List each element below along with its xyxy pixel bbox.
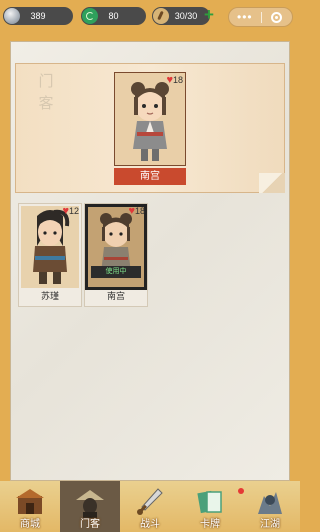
nav-label: 战斗 [140, 519, 160, 530]
featured-name-banner: 南宫 [114, 168, 186, 185]
nav-retainers[interactable]: 门客 [60, 481, 120, 532]
plus-icon[interactable]: + [202, 6, 216, 23]
capsule-divider [261, 12, 262, 23]
in-use-badge: 使用中 [91, 266, 141, 278]
silver-value: 389 [30, 11, 46, 21]
hp-badge: ♥12 [62, 205, 79, 217]
notification-dot [238, 488, 244, 494]
silver-counter[interactable]: 389 [3, 7, 73, 25]
mini-program-capsule: ••• [228, 7, 293, 27]
suji-portrait [33, 209, 70, 284]
roster-card-suji[interactable]: ♥12 苏瑾 [18, 203, 82, 307]
page-curl [259, 173, 285, 193]
featured-hero-card[interactable]: ♥18 [114, 72, 186, 166]
sword-icon [137, 488, 163, 515]
card-name: 苏瑾 [40, 291, 59, 301]
shop-icon [16, 489, 44, 514]
section-title: 门客 [38, 72, 54, 112]
nav-cards[interactable]: 卡牌 [180, 481, 240, 532]
nav-label: 卡牌 [200, 519, 220, 530]
hp-badge: ♥18 [166, 74, 183, 86]
jianghu-icon [258, 492, 282, 514]
nav-jianghu[interactable]: 江湖 [240, 481, 300, 532]
cards-icon [197, 490, 222, 514]
more-icon[interactable]: ••• [237, 11, 253, 23]
retainer-icon [76, 490, 104, 518]
portrait [21, 206, 79, 288]
jade-counter[interactable]: 80 [81, 7, 146, 25]
close-target-icon[interactable] [271, 12, 282, 23]
nav-label: 商城 [20, 519, 40, 530]
card-name: 南宫 [106, 291, 125, 301]
bottom-nav: 商城 门客 战斗 卡牌 江湖 [0, 481, 300, 532]
jade-value: 80 [108, 11, 119, 21]
status-bar: 389 80 30/30 + ••• [0, 0, 300, 34]
hero-portrait [131, 82, 169, 161]
nav-shop[interactable]: 商城 [0, 481, 60, 532]
nav-label: 门客 [80, 519, 100, 530]
hp-badge: ♥18 [128, 205, 145, 217]
roster-card-nangong[interactable]: 使用中 ♥18 南宫 [84, 203, 148, 307]
nav-label: 江湖 [260, 519, 280, 530]
nav-battle[interactable]: 战斗 [120, 481, 180, 532]
